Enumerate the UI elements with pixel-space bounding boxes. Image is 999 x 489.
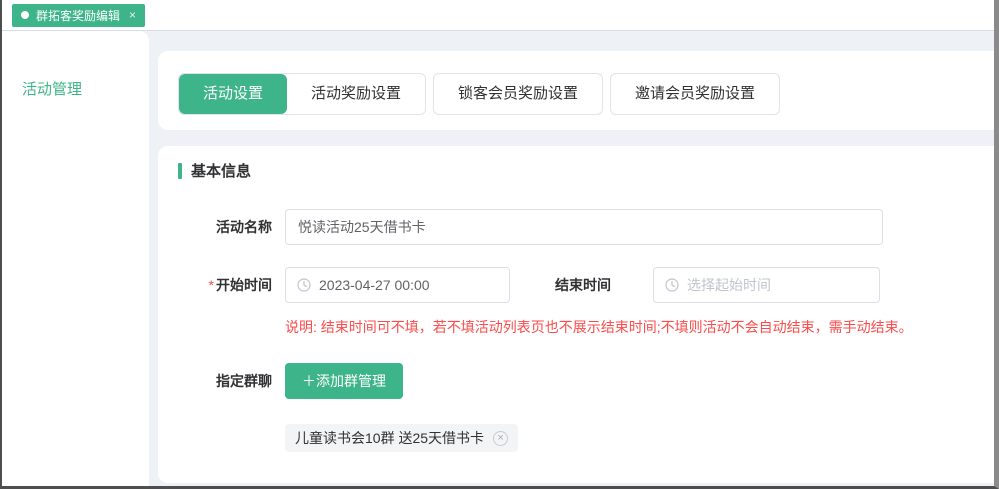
remove-tag-icon[interactable]: × — [493, 431, 508, 446]
basic-info-card: 基本信息 活动名称 *开始时间 2023-04-27 00:00 结束时间 — [158, 146, 994, 483]
content-column: 活动设置 活动奖励设置 锁客会员奖励设置 邀请会员奖励设置 基本信息 活动名称 … — [158, 31, 994, 486]
activity-name-input[interactable] — [285, 209, 883, 245]
section-header: 基本信息 — [178, 160, 974, 181]
activity-name-label: 活动名称 — [178, 217, 272, 237]
start-time-value: 2023-04-27 00:00 — [319, 277, 430, 293]
clock-icon — [665, 278, 679, 292]
add-group-button[interactable]: ＋添加群管理 — [285, 363, 403, 399]
end-time-note: 说明: 结束时间可不填，若不填活动列表页也不展示结束时间;不填则活动不会自动结束… — [285, 317, 974, 337]
sidebar: 活动管理 — [2, 31, 149, 486]
end-time-placeholder: 选择起始时间 — [687, 275, 771, 295]
tab-locked-member-reward-settings[interactable]: 锁客会员奖励设置 — [433, 73, 603, 115]
tab-activity-settings[interactable]: 活动设置 — [179, 74, 287, 114]
group-chat-row: 指定群聊 ＋添加群管理 — [178, 363, 974, 399]
start-time-label: *开始时间 — [178, 275, 272, 295]
group-tag-label: 儿童读书会10群 送25天借书卡 — [295, 428, 484, 448]
tabs-row: 活动设置 活动奖励设置 锁客会员奖励设置 邀请会员奖励设置 — [178, 73, 994, 115]
opened-tabs-bar: 群拓客奖励编辑 × — [2, 0, 994, 31]
tab-invite-member-reward-settings[interactable]: 邀请会员奖励设置 — [610, 73, 780, 115]
group-tag: 儿童读书会10群 送25天借书卡 × — [285, 424, 518, 452]
active-dot-icon — [21, 11, 29, 19]
group-chat-label: 指定群聊 — [178, 371, 272, 391]
section-accent-bar — [178, 163, 182, 179]
section-title: 基本信息 — [191, 160, 251, 181]
activity-name-row: 活动名称 — [178, 209, 974, 245]
sidebar-item-activity-management[interactable]: 活动管理 — [22, 78, 149, 99]
start-time-input[interactable]: 2023-04-27 00:00 — [285, 267, 510, 303]
close-icon[interactable]: × — [129, 8, 136, 22]
tab-activity-reward-settings[interactable]: 活动奖励设置 — [287, 74, 425, 114]
main-area: 活动管理 活动设置 活动奖励设置 锁客会员奖励设置 邀请会员奖励设置 基本信息 … — [2, 31, 994, 486]
clock-icon — [297, 278, 311, 292]
tabs-card: 活动设置 活动奖励设置 锁客会员奖励设置 邀请会员奖励设置 — [158, 51, 994, 130]
end-time-label: 结束时间 — [555, 275, 611, 295]
required-asterisk: * — [209, 277, 214, 293]
group-tags-row: 儿童读书会10群 送25天借书卡 × — [285, 424, 974, 452]
opened-tab-chip[interactable]: 群拓客奖励编辑 × — [12, 4, 145, 27]
opened-tab-label: 群拓客奖励编辑 — [36, 7, 120, 24]
end-time-input[interactable]: 选择起始时间 — [653, 267, 880, 303]
time-row: *开始时间 2023-04-27 00:00 结束时间 选择起始时间 — [178, 267, 974, 303]
tab-group: 活动设置 活动奖励设置 — [178, 73, 426, 115]
